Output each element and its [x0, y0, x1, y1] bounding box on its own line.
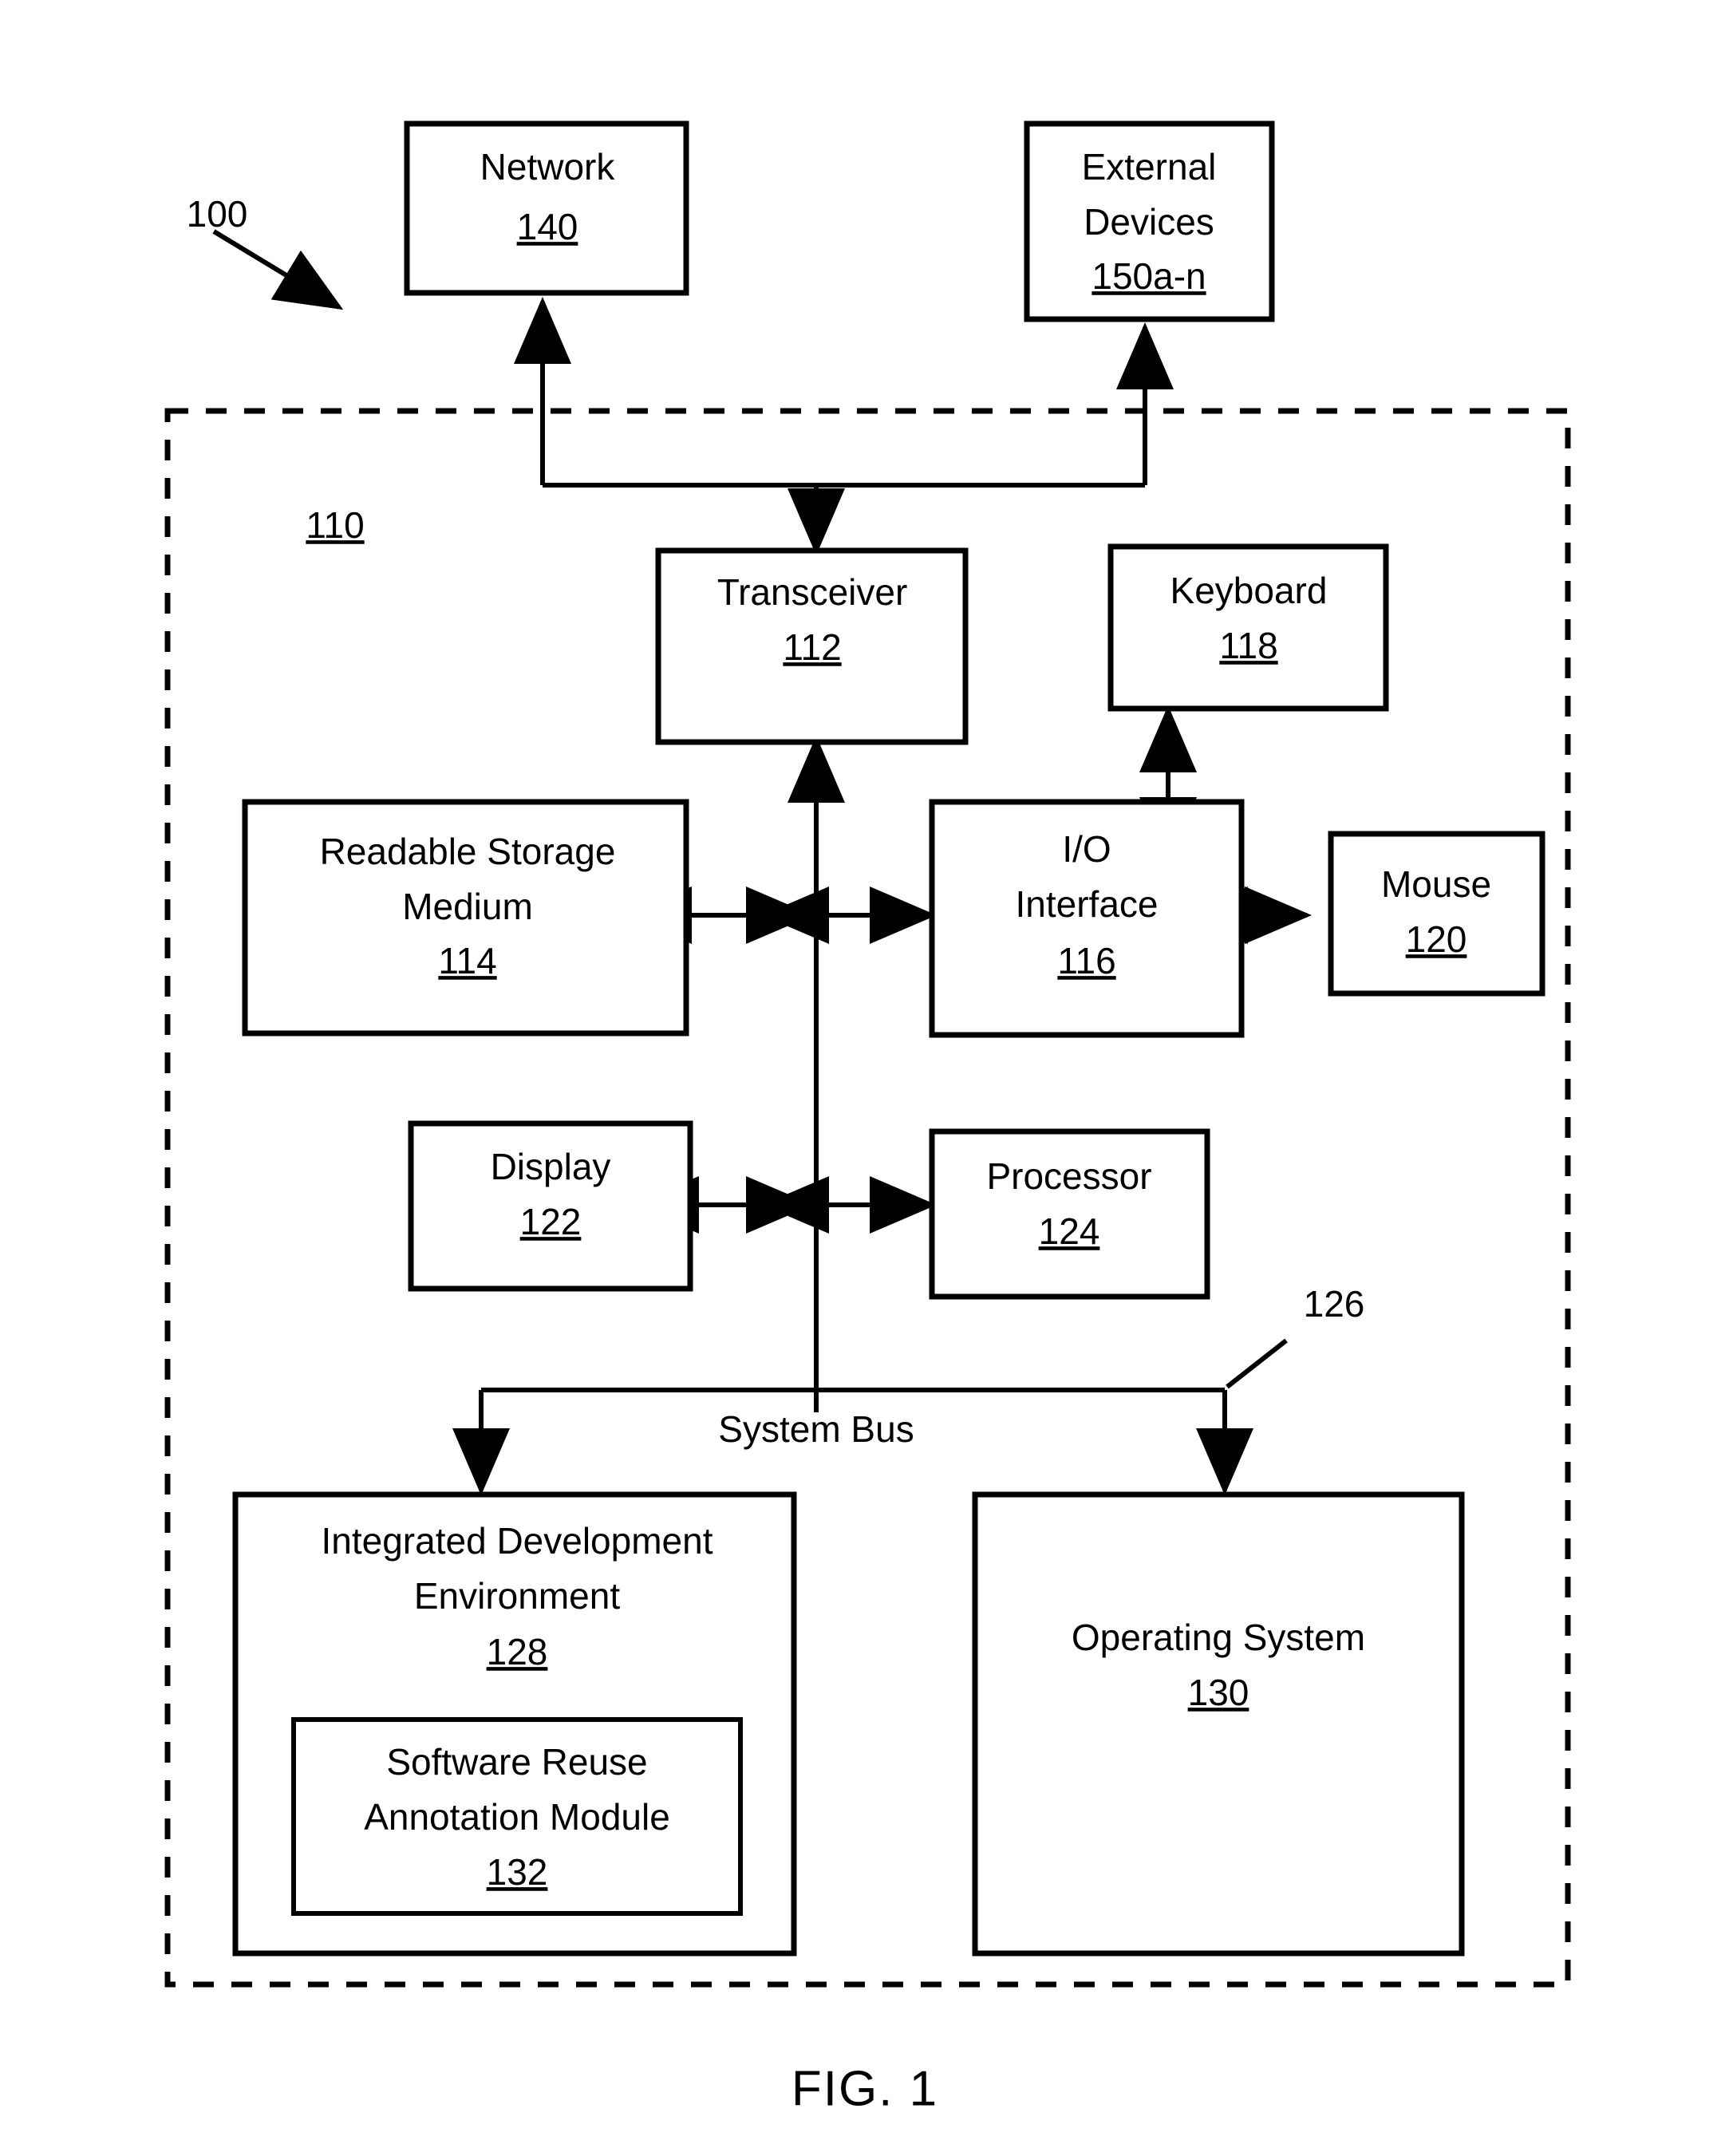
transceiver-label: Transceiver — [717, 571, 908, 613]
external-devices-label-line1: External — [1082, 146, 1217, 188]
external-devices-label-line2: Devices — [1084, 201, 1214, 243]
ide-ref: 128 — [487, 1631, 548, 1672]
enclosure-ref-label: 110 — [306, 504, 364, 546]
io-interface-label-line1: I/O — [1062, 828, 1111, 870]
external-devices-ref: 150a-n — [1092, 255, 1206, 297]
module-ref: 132 — [487, 1851, 548, 1893]
operating-system-ref: 130 — [1188, 1672, 1249, 1713]
keyboard-label: Keyboard — [1170, 570, 1328, 611]
network-label: Network — [480, 146, 616, 188]
storage-label-line2: Medium — [402, 886, 533, 927]
display-ref: 122 — [520, 1201, 582, 1242]
transceiver-ref: 112 — [783, 626, 841, 668]
system-bus-ref-label: 126 — [1304, 1283, 1365, 1325]
storage-ref: 114 — [438, 940, 496, 981]
operating-system-label: Operating System — [1072, 1617, 1365, 1658]
system-ref-label: 100 — [187, 193, 248, 235]
io-interface-ref: 116 — [1057, 940, 1115, 981]
figure-1-block-diagram: 100 Network 140 External Devices 150a-n … — [0, 0, 1733, 2156]
diagram-text-layer: 100 Network 140 External Devices 150a-n … — [187, 146, 1491, 2116]
processor-label: Processor — [986, 1155, 1151, 1197]
keyboard-ref: 118 — [1219, 625, 1277, 666]
io-interface-label-line2: Interface — [1016, 883, 1159, 925]
mouse-label: Mouse — [1381, 863, 1491, 905]
module-label-line2: Annotation Module — [364, 1796, 670, 1838]
mouse-ref: 120 — [1406, 918, 1467, 960]
processor-ref: 124 — [1039, 1210, 1100, 1252]
ide-label-line2: Environment — [414, 1575, 620, 1617]
figure-caption: FIG. 1 — [791, 2061, 938, 2116]
ide-label-line1: Integrated Development — [322, 1520, 713, 1562]
storage-label-line1: Readable Storage — [320, 831, 616, 872]
system-bus-label: System Bus — [718, 1408, 914, 1450]
module-label-line1: Software Reuse — [386, 1741, 647, 1783]
network-ref: 140 — [517, 206, 578, 247]
display-label: Display — [491, 1146, 611, 1187]
